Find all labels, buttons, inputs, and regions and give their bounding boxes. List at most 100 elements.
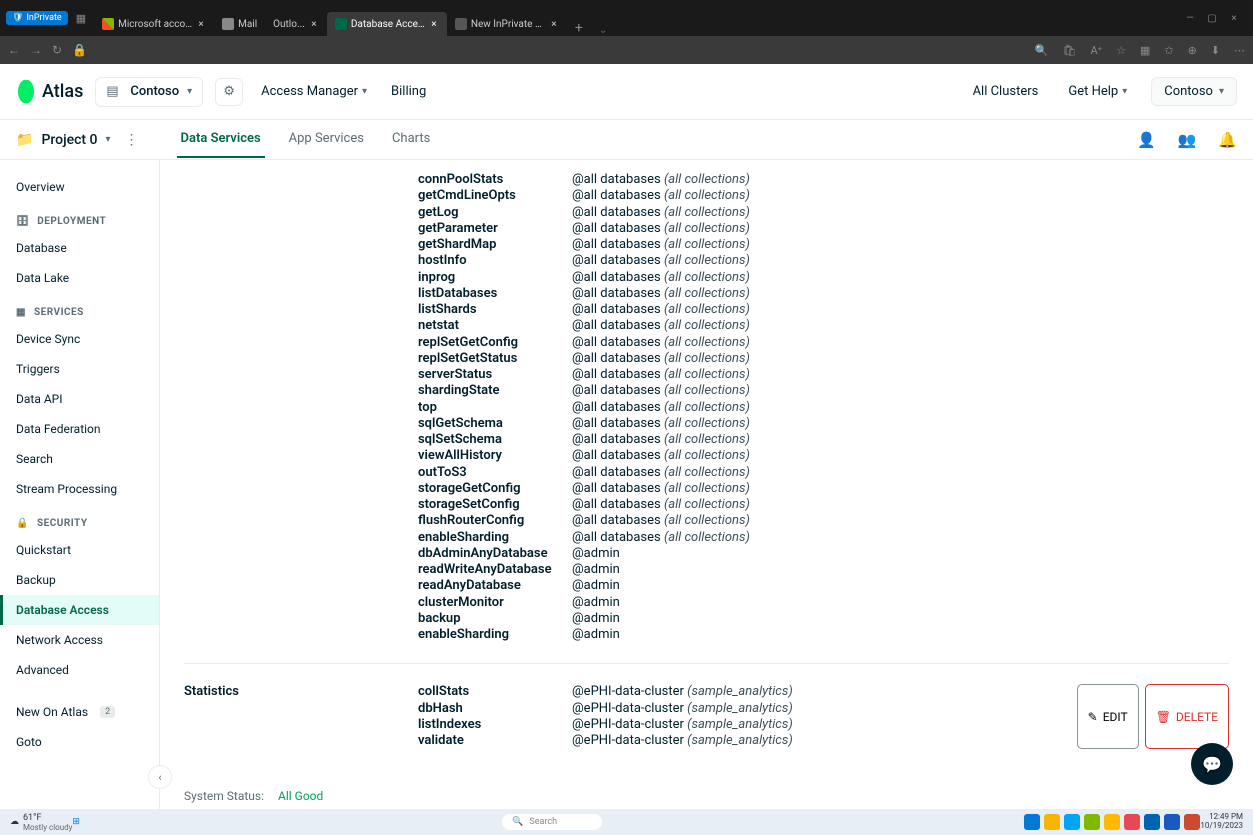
text-icon[interactable]: A⁺ (1090, 44, 1102, 57)
project-selector[interactable]: 📁 Project 0 ▾ (16, 132, 111, 148)
sidebar-item-device-sync[interactable]: Device Sync (0, 324, 159, 354)
edit-button[interactable]: ✎EDIT (1077, 684, 1139, 749)
weather-widget[interactable]: ☁ 61°F Mostly cloudy (10, 813, 72, 832)
clock[interactable]: 12:49 PM 10/19/2023 (1200, 813, 1243, 831)
sidebar-item-data-lake[interactable]: Data Lake (0, 263, 159, 293)
tab-menu-icon[interactable]: ⌄ (591, 25, 615, 36)
close-window-icon[interactable]: × (1227, 11, 1241, 25)
permission-target: @admin (572, 595, 620, 611)
workspace-icon[interactable]: ▦ (76, 12, 86, 25)
tab-title: Microsoft account | Home (118, 19, 192, 30)
org-selector[interactable]: ▤ Contoso ▾ (95, 77, 203, 107)
browser-tab[interactable]: Microsoft account | Home × (94, 12, 214, 36)
forward-icon[interactable]: → (30, 43, 42, 57)
app-icon[interactable] (1164, 814, 1180, 830)
start-icon[interactable]: ⊞ (72, 817, 80, 827)
sidebar-label: Triggers (16, 362, 60, 376)
app-icon[interactable] (1104, 814, 1120, 830)
permission-target: @all databases (all collections) (572, 270, 750, 286)
browser-tab[interactable]: New InPrivate tab× (447, 12, 567, 36)
zoom-icon[interactable]: 🔍 (1035, 44, 1049, 57)
invite-icon[interactable]: 👥 (1178, 131, 1197, 149)
app-icon[interactable] (1024, 814, 1040, 830)
shopping-icon[interactable]: 🛍 (1062, 44, 1076, 57)
collapse-sidebar-button[interactable]: ‹ (148, 765, 172, 789)
permission-target: @admin (572, 546, 620, 562)
extension-icon[interactable]: ▦ (1140, 44, 1150, 57)
user-icon[interactable]: 👤 (1137, 131, 1156, 149)
close-icon[interactable]: × (309, 20, 319, 30)
delete-button[interactable]: 🗑DELETE (1145, 684, 1229, 749)
get-help-link[interactable]: Get Help▾ (1062, 84, 1133, 99)
sidebar-item-overview[interactable]: Overview (0, 172, 159, 202)
collections-icon[interactable]: ⊕ (1188, 44, 1197, 57)
permission-row: serverStatus@all databases (all collecti… (418, 367, 1229, 383)
tab-data-services[interactable]: Data Services (177, 121, 265, 158)
permission-row: getLog@all databases (all collections) (418, 205, 1229, 221)
minimize-icon[interactable]: — (1183, 11, 1197, 25)
sidebar-item-search[interactable]: Search (0, 444, 159, 474)
browser-tab[interactable]: Mail (214, 12, 265, 36)
status-value[interactable]: All Good (278, 789, 323, 803)
maximize-icon[interactable]: ▢ (1205, 11, 1219, 25)
permission-target: @all databases (all collections) (572, 205, 750, 221)
sidebar-item-data-federation[interactable]: Data Federation (0, 414, 159, 444)
billing-link[interactable]: Billing (385, 84, 432, 99)
sidebar-label: Network Access (16, 633, 103, 647)
close-icon[interactable]: × (549, 19, 559, 29)
tab-app-services[interactable]: App Services (285, 121, 368, 158)
app-icon[interactable] (1064, 814, 1080, 830)
search-icon: 🔍 (512, 817, 523, 827)
settings-button[interactable]: ⚙ (215, 78, 243, 106)
star-icon[interactable]: ☆ (1116, 44, 1126, 57)
permission-row: top@all databases (all collections) (418, 400, 1229, 416)
sidebar-item-data-api[interactable]: Data API (0, 384, 159, 414)
app-icon[interactable] (1084, 814, 1100, 830)
user-menu[interactable]: Contoso▾ (1151, 77, 1237, 106)
tab-charts[interactable]: Charts (388, 121, 434, 158)
permission-row: enableSharding@all databases (all collec… (418, 530, 1229, 546)
permission-row: replSetGetConfig@all databases (all coll… (418, 335, 1229, 351)
tab-label: Charts (392, 131, 430, 146)
app-icon[interactable] (1124, 814, 1140, 830)
taskbar-search[interactable]: 🔍Search (502, 814, 602, 830)
temperature: 61°F (23, 813, 72, 823)
sidebar-item-stream-processing[interactable]: Stream Processing (0, 474, 159, 504)
chat-button[interactable]: 💬 (1191, 743, 1233, 785)
browser-menu-icon[interactable]: ⋯ (1234, 44, 1245, 57)
app-icon[interactable] (1144, 814, 1160, 830)
browser-tab-active[interactable]: Database Access | Cloud: Mongo× (327, 12, 447, 36)
permission-name: inprog (418, 270, 572, 286)
sidebar-item-quickstart[interactable]: Quickstart (0, 535, 159, 565)
chat-icon: 💬 (1202, 755, 1222, 774)
close-icon[interactable]: × (429, 19, 439, 29)
download-icon[interactable]: ⬇ (1211, 44, 1220, 57)
app-icon[interactable] (1184, 814, 1200, 830)
access-manager-link[interactable]: Access Manager▾ (255, 84, 373, 99)
browser-tab[interactable]: Outlo...× (265, 13, 327, 36)
all-clusters-link[interactable]: All Clusters (967, 84, 1045, 99)
back-icon[interactable]: ← (8, 43, 20, 57)
address-bar: ← → ↻ 🔒 🔍 🛍 A⁺ ☆ ▦ ✩ ⊕ ⬇ ⋯ (0, 36, 1253, 64)
permission-target: @all databases (all collections) (572, 221, 750, 237)
sidebar-item-database-access[interactable]: Database Access (0, 595, 159, 625)
sidebar-item-database[interactable]: Database (0, 233, 159, 263)
permission-name: top (418, 400, 572, 416)
new-tab-button[interactable]: + (567, 20, 591, 36)
sidebar-item-goto[interactable]: Goto (0, 727, 159, 757)
permission-row: replSetGetStatus@all databases (all coll… (418, 351, 1229, 367)
app-icon[interactable] (1044, 814, 1060, 830)
sidebar-item-advanced[interactable]: Advanced (0, 655, 159, 685)
bell-icon[interactable]: 🔔 (1218, 131, 1237, 149)
project-menu-icon[interactable]: ⋮ (119, 132, 145, 148)
sidebar-item-triggers[interactable]: Triggers (0, 354, 159, 384)
sidebar-item-new-on-atlas[interactable]: New On Atlas2 (0, 697, 159, 727)
permission-name: flushRouterConfig (418, 513, 572, 529)
atlas-logo[interactable]: Atlas (16, 80, 83, 104)
favorites-icon[interactable]: ✩ (1164, 44, 1173, 57)
close-icon[interactable]: × (196, 19, 206, 29)
refresh-icon[interactable]: ↻ (52, 43, 62, 57)
sidebar-item-network-access[interactable]: Network Access (0, 625, 159, 655)
sidebar-item-backup[interactable]: Backup (0, 565, 159, 595)
permission-target: @ePHI-data-cluster (sample_analytics) (572, 717, 793, 733)
